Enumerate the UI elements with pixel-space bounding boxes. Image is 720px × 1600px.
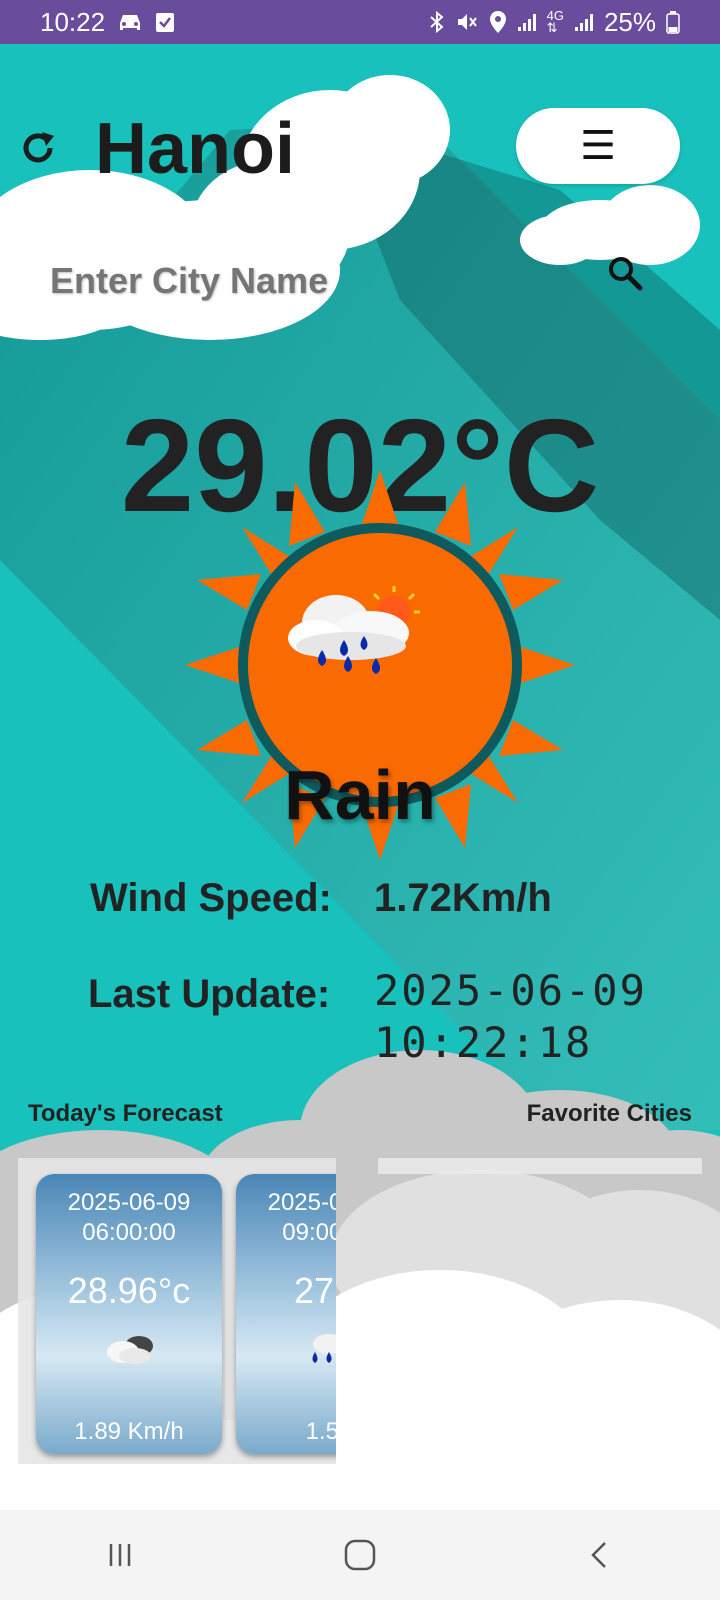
forecast-temp: 28.96°c	[67, 1270, 191, 1311]
location-icon	[489, 10, 507, 34]
search-icon[interactable]	[606, 254, 646, 294]
battery-icon	[666, 10, 680, 34]
forecast-time: 06:00:00	[82, 1219, 176, 1246]
signal-icon	[517, 12, 537, 32]
signal-icon	[574, 12, 594, 32]
mute-icon	[455, 10, 479, 34]
weather-condition: Rain	[284, 756, 436, 834]
forecast-list[interactable]: 2025-06-09 06:00:00 28.96°c 1.89 Km/h 20…	[18, 1158, 336, 1464]
forecast-temp: 27.2	[293, 1270, 336, 1311]
4g-icon: 4G ⇅	[546, 8, 564, 35]
refresh-icon[interactable]	[16, 126, 60, 170]
forecast-wind: 1.58	[305, 1418, 336, 1445]
forecast-card[interactable]: 2025-06-09 06:00:00 28.96°c 1.89 Km/h	[36, 1174, 222, 1454]
menu-button[interactable]: ☰	[516, 108, 680, 184]
cloudy-icon	[36, 1332, 222, 1372]
status-bar: 10:22 4G ⇅ 25%	[0, 0, 720, 44]
check-icon	[155, 11, 175, 33]
battery-percent: 25%	[603, 6, 656, 37]
last-update-time: 10:22:18	[374, 1018, 593, 1067]
city-title: Hanoi	[95, 109, 296, 189]
wind-speed-label: Wind Speed:	[90, 876, 332, 920]
bluetooth-icon	[429, 10, 445, 34]
wind-speed-value: 1.72Km/h	[374, 876, 552, 920]
menu-icon: ☰	[580, 124, 616, 168]
forecast-date: 2025-06-09	[267, 1189, 336, 1216]
recent-apps-button[interactable]	[90, 1525, 150, 1585]
forecast-time: 09:00:00	[282, 1219, 336, 1246]
home-button[interactable]	[330, 1525, 390, 1585]
favorite-cities-list[interactable]	[378, 1158, 702, 1174]
car-icon	[117, 11, 143, 33]
forecast-date: 2025-06-09	[67, 1189, 191, 1216]
favorite-cities-title: Favorite Cities	[526, 1100, 692, 1127]
todays-forecast-title: Today's Forecast	[28, 1100, 223, 1127]
last-update-date: 2025-06-09	[374, 966, 647, 1015]
forecast-card[interactable]: 2025-06-09 09:00:00 27.2 1.58	[236, 1174, 336, 1454]
rain-icon	[236, 1332, 336, 1372]
back-button[interactable]	[570, 1525, 630, 1585]
rain-icon	[286, 578, 426, 688]
last-update-label: Last Update:	[88, 972, 331, 1016]
forecast-wind: 1.89 Km/h	[74, 1418, 184, 1445]
status-time: 10:22	[40, 6, 106, 37]
system-navigation-bar	[0, 1510, 720, 1600]
city-search-input[interactable]	[48, 254, 572, 308]
